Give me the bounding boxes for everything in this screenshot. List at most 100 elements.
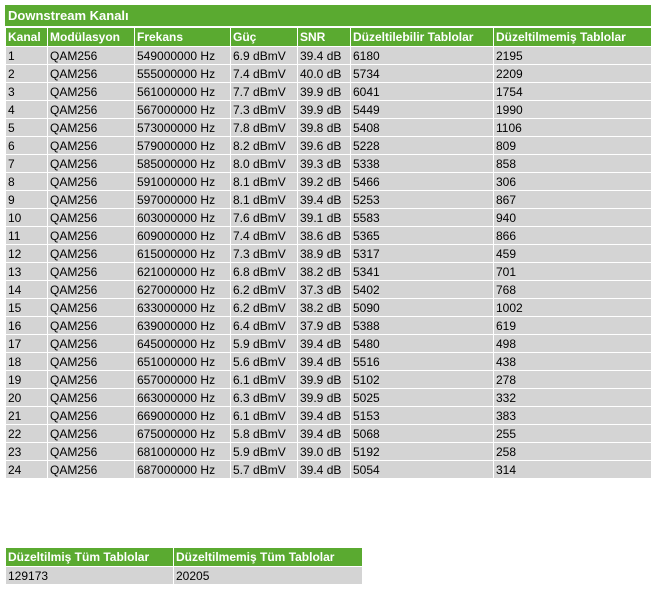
cell-uncorrected: 332 bbox=[493, 388, 652, 407]
cell-corrected: 5192 bbox=[350, 442, 494, 461]
cell-power: 7.7 dBmV bbox=[230, 82, 298, 101]
cell-uncorrected: 438 bbox=[493, 352, 652, 371]
cell-power: 7.4 dBmV bbox=[230, 226, 298, 245]
cell-channel: 2 bbox=[5, 64, 48, 83]
cell-uncorrected: 1990 bbox=[493, 100, 652, 119]
downstream-table-body: 1 QAM256 549000000 Hz 6.9 dBmV 39.4 dB 6180 21… bbox=[5, 46, 652, 479]
cell-modulation: QAM256 bbox=[47, 154, 135, 173]
cell-uncorrected: 1754 bbox=[493, 82, 652, 101]
table-row: 19 QAM256 657000000 Hz 6.1 dBmV 39.9 dB 5102 2… bbox=[5, 370, 652, 389]
cell-snr: 39.1 dB bbox=[297, 208, 351, 227]
table-row: 8 QAM256 591000000 Hz 8.1 dBmV 39.2 dB 5466 30… bbox=[5, 172, 652, 191]
cell-power: 7.8 dBmV bbox=[230, 118, 298, 137]
cell-snr: 39.9 dB bbox=[297, 100, 351, 119]
cell-modulation: QAM256 bbox=[47, 136, 135, 155]
cell-frequency: 663000000 Hz bbox=[134, 388, 231, 407]
cell-modulation: QAM256 bbox=[47, 352, 135, 371]
cell-corrected: 5102 bbox=[350, 370, 494, 389]
totals-header-row: Düzeltilmiş Tüm Tablolar Düzeltilmemiş T… bbox=[5, 547, 363, 567]
cell-snr: 39.6 dB bbox=[297, 136, 351, 155]
cell-snr: 39.4 dB bbox=[297, 190, 351, 209]
cell-channel: 8 bbox=[5, 172, 48, 191]
cell-corrected: 5480 bbox=[350, 334, 494, 353]
cell-frequency: 573000000 Hz bbox=[134, 118, 231, 137]
cell-modulation: QAM256 bbox=[47, 64, 135, 83]
cell-corrected: 5402 bbox=[350, 280, 494, 299]
cell-channel: 1 bbox=[5, 46, 48, 65]
cell-channel: 13 bbox=[5, 262, 48, 281]
cell-corrected: 5341 bbox=[350, 262, 494, 281]
column-header-power: Güç bbox=[230, 27, 298, 47]
cell-modulation: QAM256 bbox=[47, 370, 135, 389]
cell-power: 6.2 dBmV bbox=[230, 298, 298, 317]
cell-snr: 39.4 dB bbox=[297, 424, 351, 443]
downstream-header-row: Kanal Modülasyon Frekans Güç SNR Düzeltilebil… bbox=[5, 27, 652, 47]
cell-channel: 4 bbox=[5, 100, 48, 119]
cell-frequency: 549000000 Hz bbox=[134, 46, 231, 65]
cell-uncorrected: 306 bbox=[493, 172, 652, 191]
cell-channel: 24 bbox=[5, 460, 48, 479]
cell-power: 6.3 dBmV bbox=[230, 388, 298, 407]
cell-modulation: QAM256 bbox=[47, 424, 135, 443]
cell-corrected: 5253 bbox=[350, 190, 494, 209]
cell-channel: 18 bbox=[5, 352, 48, 371]
downstream-table: Kanal Modülasyon Frekans Güç SNR Düzeltilebil… bbox=[5, 27, 652, 479]
cell-corrected: 5365 bbox=[350, 226, 494, 245]
cell-channel: 14 bbox=[5, 280, 48, 299]
table-row: 17 QAM256 645000000 Hz 5.9 dBmV 39.4 dB 5480 4… bbox=[5, 334, 652, 353]
cell-corrected: 5583 bbox=[350, 208, 494, 227]
cell-power: 5.8 dBmV bbox=[230, 424, 298, 443]
cell-frequency: 681000000 Hz bbox=[134, 442, 231, 461]
cell-frequency: 609000000 Hz bbox=[134, 226, 231, 245]
cell-frequency: 657000000 Hz bbox=[134, 370, 231, 389]
table-row: 6 QAM256 579000000 Hz 8.2 dBmV 39.6 dB 5228 80… bbox=[5, 136, 652, 155]
cell-power: 8.0 dBmV bbox=[230, 154, 298, 173]
cell-modulation: QAM256 bbox=[47, 316, 135, 335]
cell-snr: 39.3 dB bbox=[297, 154, 351, 173]
table-row: 23 QAM256 681000000 Hz 5.9 dBmV 39.0 dB 5192 2… bbox=[5, 442, 652, 461]
cell-frequency: 561000000 Hz bbox=[134, 82, 231, 101]
cell-frequency: 675000000 Hz bbox=[134, 424, 231, 443]
cell-channel: 23 bbox=[5, 442, 48, 461]
cell-power: 5.9 dBmV bbox=[230, 442, 298, 461]
cell-frequency: 633000000 Hz bbox=[134, 298, 231, 317]
cell-frequency: 597000000 Hz bbox=[134, 190, 231, 209]
cell-corrected: 5228 bbox=[350, 136, 494, 155]
cell-uncorrected: 1106 bbox=[493, 118, 652, 137]
table-row: 5 QAM256 573000000 Hz 7.8 dBmV 39.8 dB 5408 11… bbox=[5, 118, 652, 137]
cell-channel: 10 bbox=[5, 208, 48, 227]
cell-channel: 7 bbox=[5, 154, 48, 173]
cell-uncorrected: 701 bbox=[493, 262, 652, 281]
cell-snr: 38.2 dB bbox=[297, 262, 351, 281]
table-row: 13 QAM256 621000000 Hz 6.8 dBmV 38.2 dB 5341 7… bbox=[5, 262, 652, 281]
cell-frequency: 639000000 Hz bbox=[134, 316, 231, 335]
cell-power: 6.4 dBmV bbox=[230, 316, 298, 335]
cell-snr: 39.8 dB bbox=[297, 118, 351, 137]
cell-snr: 39.4 dB bbox=[297, 406, 351, 425]
cell-channel: 11 bbox=[5, 226, 48, 245]
table-row: 4 QAM256 567000000 Hz 7.3 dBmV 39.9 dB 5449 19… bbox=[5, 100, 652, 119]
cell-snr: 39.9 dB bbox=[297, 370, 351, 389]
cell-power: 6.1 dBmV bbox=[230, 406, 298, 425]
cell-power: 8.1 dBmV bbox=[230, 190, 298, 209]
cell-power: 6.8 dBmV bbox=[230, 262, 298, 281]
totals-row: 129173 20205 bbox=[5, 566, 363, 585]
cell-modulation: QAM256 bbox=[47, 280, 135, 299]
column-header-frequency: Frekans bbox=[134, 27, 231, 47]
cell-uncorrected: 1002 bbox=[493, 298, 652, 317]
cell-channel: 16 bbox=[5, 316, 48, 335]
cell-snr: 39.9 dB bbox=[297, 82, 351, 101]
cell-power: 6.2 dBmV bbox=[230, 280, 298, 299]
cell-corrected: 5388 bbox=[350, 316, 494, 335]
cell-corrected: 5068 bbox=[350, 424, 494, 443]
cell-frequency: 627000000 Hz bbox=[134, 280, 231, 299]
cell-snr: 39.4 dB bbox=[297, 352, 351, 371]
cell-modulation: QAM256 bbox=[47, 406, 135, 425]
cell-modulation: QAM256 bbox=[47, 190, 135, 209]
cell-uncorrected: 278 bbox=[493, 370, 652, 389]
cell-frequency: 615000000 Hz bbox=[134, 244, 231, 263]
table-row: 21 QAM256 669000000 Hz 6.1 dBmV 39.4 dB 5153 3… bbox=[5, 406, 652, 425]
cell-uncorrected: 258 bbox=[493, 442, 652, 461]
cell-snr: 39.0 dB bbox=[297, 442, 351, 461]
cell-uncorrected: 383 bbox=[493, 406, 652, 425]
